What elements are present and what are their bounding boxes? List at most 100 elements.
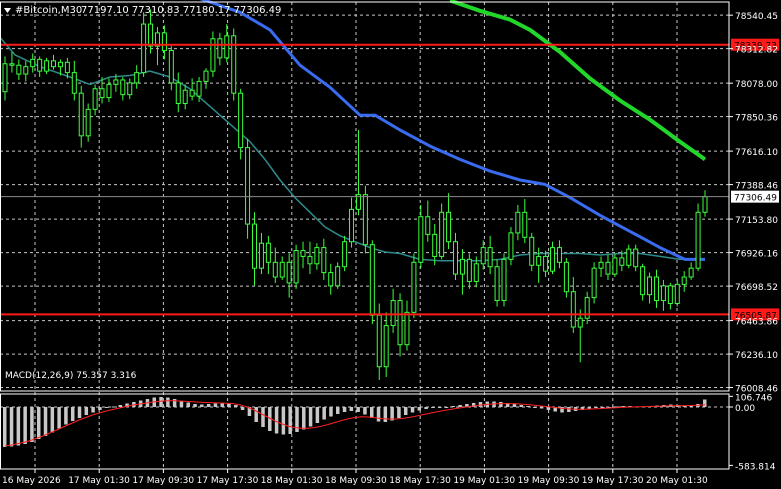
candle-body: [99, 88, 105, 99]
candle-body: [127, 82, 133, 96]
macd-bar: [111, 406, 116, 408]
macd-bar: [356, 407, 360, 412]
macd-bar: [315, 407, 320, 423]
candle-body: [626, 248, 632, 266]
price-tick-label: 77388.46: [735, 182, 778, 192]
candle-body: [106, 83, 112, 99]
candle-body: [702, 196, 708, 213]
macd-bar: [437, 407, 442, 408]
macd-bar: [703, 399, 707, 407]
macd-bar: [383, 407, 388, 422]
candle: [231, 28, 237, 101]
candle-body: [342, 241, 348, 268]
candle-body: [550, 247, 556, 272]
candle: [439, 203, 445, 260]
candle-body: [2, 63, 8, 93]
macd-bar: [308, 407, 313, 427]
candle-body: [619, 257, 625, 266]
candle-body: [286, 261, 292, 284]
candle-body: [141, 23, 147, 74]
candle-body: [314, 247, 320, 265]
candle-body: [390, 300, 396, 327]
macd-bar: [57, 407, 61, 429]
candle-body: [258, 242, 264, 269]
macd-bar: [64, 407, 68, 425]
candle-body: [182, 89, 188, 104]
price-tick-label: 76236.10: [735, 351, 778, 361]
macd-bar: [30, 407, 34, 442]
time-tick-label: 19 May 01:30: [453, 476, 515, 486]
candle: [411, 253, 417, 319]
candle-body: [148, 23, 154, 47]
macd-bar: [302, 407, 306, 430]
candle-body: [432, 233, 438, 257]
candle-body: [647, 276, 653, 296]
macd-bar: [376, 407, 381, 422]
candle-body: [653, 276, 659, 302]
candle: [674, 279, 680, 307]
time-tick-label: 17 May 17:30: [197, 476, 259, 486]
candle-body: [591, 267, 597, 299]
candle: [695, 203, 701, 272]
macd-bar: [369, 407, 374, 418]
trading-chart[interactable]: 78339.7376505.87 78540.4578312.8278078.0…: [0, 0, 781, 489]
macd-bar: [98, 407, 102, 410]
candle-body: [307, 255, 313, 265]
macd-bar: [342, 407, 347, 412]
time-tick-label: 18 May 01:30: [261, 476, 323, 486]
candle-body: [279, 261, 285, 278]
macd-bar: [539, 407, 544, 409]
price-tick-label: 78078.00: [735, 80, 778, 90]
candle-body: [674, 283, 680, 304]
candle-body: [272, 261, 278, 278]
candle-body: [494, 266, 500, 302]
candle-body: [44, 60, 50, 72]
time-tick-label: 19 May 17:30: [582, 476, 644, 486]
candle-body: [660, 285, 666, 302]
candle-body: [681, 276, 687, 285]
macd-bar: [431, 407, 435, 408]
candle-body: [71, 72, 77, 94]
candle-body: [362, 194, 368, 246]
candle-body: [113, 79, 119, 85]
candle-body: [30, 58, 36, 68]
candle-body: [238, 92, 244, 149]
candle-body: [16, 64, 22, 75]
candle-body: [64, 61, 70, 74]
candle-body: [265, 242, 271, 263]
candle: [494, 259, 500, 307]
macd-bar: [533, 407, 537, 408]
macd-bar: [50, 407, 55, 433]
candle-body: [446, 211, 452, 243]
candle: [591, 262, 597, 304]
macd-bar: [601, 407, 605, 408]
macd-bar: [159, 397, 163, 407]
candle-body: [92, 88, 98, 110]
candle-body: [335, 266, 341, 287]
macd-bar: [166, 397, 170, 407]
macd-bar: [70, 407, 75, 421]
chart-header: #Bitcoin,M30 77197.10 77310.83 77180.17 …: [4, 5, 281, 16]
macd-bar: [179, 401, 184, 407]
macd-bar: [234, 405, 238, 407]
candle-body: [570, 291, 576, 328]
candle-body: [51, 60, 57, 68]
macd-bar: [512, 404, 517, 407]
time-tick-label: 17 May 09:30: [132, 476, 194, 486]
candle-body: [612, 257, 618, 275]
candle-body: [536, 255, 542, 266]
time-tick-label: 19 May 09:30: [518, 476, 580, 486]
macd-bar: [336, 407, 340, 414]
macd-bar: [519, 405, 524, 407]
candle: [529, 232, 535, 272]
candle-body: [515, 211, 521, 234]
candle-body: [459, 258, 465, 275]
macd-bar: [227, 403, 231, 407]
candle-body: [397, 300, 403, 346]
candle-body: [563, 261, 569, 293]
macd-bar: [390, 407, 394, 421]
candle-body: [134, 72, 140, 84]
candle-body: [418, 216, 424, 263]
macd-bar: [281, 407, 286, 435]
candle: [369, 240, 375, 325]
